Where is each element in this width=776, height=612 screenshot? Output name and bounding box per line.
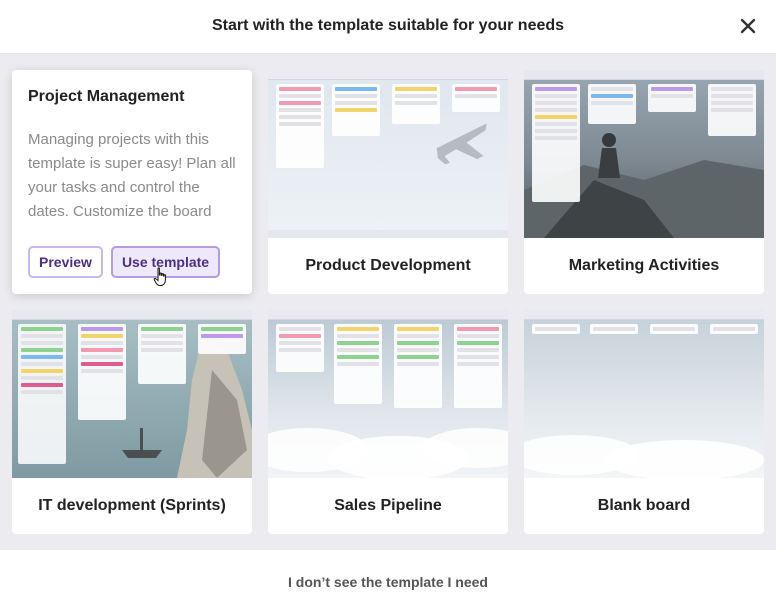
use-template-button[interactable]: Use template [110, 246, 221, 278]
template-card-project-management[interactable]: Project Management Managing projects wit… [12, 70, 252, 294]
template-name: Blank board [597, 497, 691, 514]
template-name: Sales Pipeline [334, 497, 442, 514]
template-grid: Project Management Managing projects wit… [0, 54, 776, 550]
template-thumbnail [268, 70, 508, 238]
modal-header: Start with the template suitable for you… [0, 0, 776, 54]
preview-button[interactable]: Preview [28, 246, 103, 278]
template-card-blank-board[interactable]: Blank board [524, 310, 764, 534]
template-description: Managing projects with this template is … [28, 131, 236, 220]
template-name: Marketing Activities [568, 257, 720, 274]
template-card-it-development[interactable]: IT development (Sprints) [12, 310, 252, 534]
template-name: IT development (Sprints) [38, 497, 226, 514]
template-card-marketing-activities[interactable]: Marketing Activities [524, 70, 764, 294]
template-card-sales-pipeline[interactable]: Sales Pipeline [268, 310, 508, 534]
close-icon[interactable] [736, 14, 760, 38]
modal-footer: I don’t see the template I need [0, 550, 776, 612]
template-thumbnail [524, 70, 764, 238]
template-title: Project Management [28, 88, 185, 105]
template-thumbnail [524, 310, 764, 478]
template-card-product-development[interactable]: Product Development [268, 70, 508, 294]
modal-title: Start with the template suitable for you… [211, 17, 565, 34]
missing-template-link[interactable]: I don’t see the template I need [0, 574, 776, 590]
template-thumbnail [12, 310, 252, 478]
template-thumbnail [268, 310, 508, 478]
template-name: Product Development [305, 257, 471, 274]
